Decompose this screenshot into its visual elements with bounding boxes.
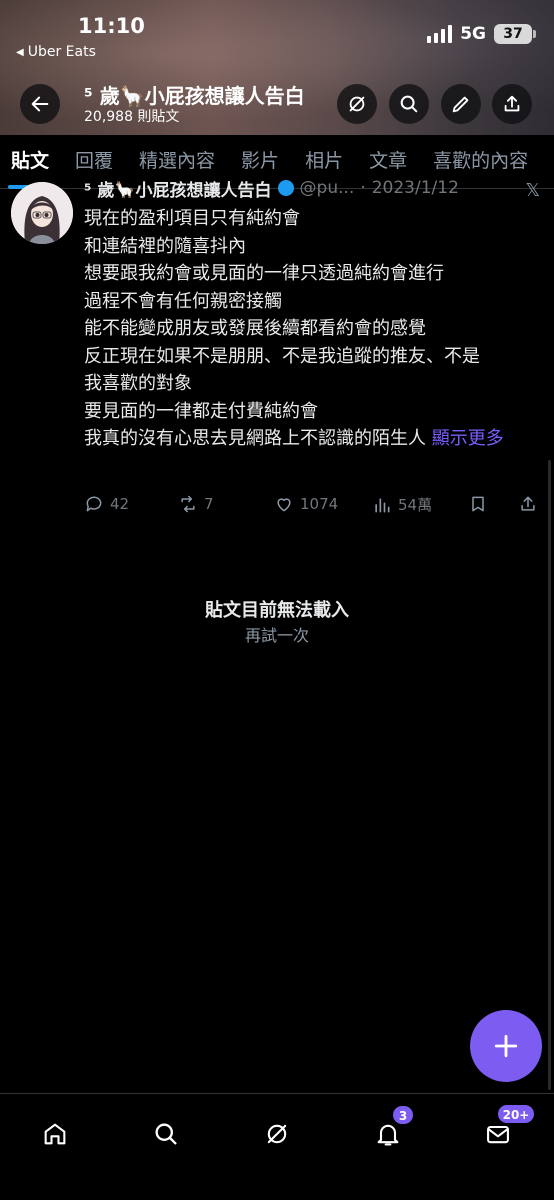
retweet-count: 7 xyxy=(204,495,214,513)
signal-icon xyxy=(427,25,453,43)
search-button[interactable] xyxy=(389,84,429,124)
post-handle[interactable]: @pu... xyxy=(300,178,355,198)
profile-title-block: ⁵ 歲🦙小屁孩想讓人告白 20,988 則貼文 xyxy=(84,84,305,126)
nav-search[interactable] xyxy=(146,1114,186,1154)
back-arrow-icon xyxy=(31,96,49,112)
post-header: ⁵ 歲🦙小屁孩想讓人告白 @pu... · 2023/1/12 xyxy=(84,178,459,198)
share-icon xyxy=(521,496,535,511)
avatar-illustration-icon xyxy=(11,182,73,244)
retweet-button[interactable]: 7 xyxy=(178,494,214,514)
post-text: 現在的盈利項目只有純約會 和連結裡的隨喜抖內 想要跟我約會或見面的一律只透過純約… xyxy=(84,205,544,453)
post-date-separator: · xyxy=(360,178,366,198)
post-actions: 42 7 1074 54萬 xyxy=(84,494,544,520)
plus-icon xyxy=(494,1034,518,1058)
nav-grok[interactable] xyxy=(257,1114,297,1154)
post-line: 和連結裡的隨喜抖內 xyxy=(84,235,246,257)
edit-button[interactable] xyxy=(441,84,481,124)
like-count: 1074 xyxy=(300,495,339,513)
post-line: 過程不會有任何親密接觸 xyxy=(84,290,282,312)
messages-badge: 20+ xyxy=(497,1104,535,1124)
network-type: 5G xyxy=(460,24,486,44)
back-to-app-link[interactable]: ◀ Uber Eats xyxy=(16,44,96,60)
grok-button[interactable] xyxy=(337,84,377,124)
bottom-navigation: 3 20+ xyxy=(0,1093,554,1200)
mail-icon xyxy=(487,1125,509,1144)
back-button[interactable] xyxy=(20,84,60,124)
show-more-link[interactable]: 顯示更多 xyxy=(432,428,504,449)
search-icon xyxy=(400,95,418,113)
search-icon xyxy=(155,1123,177,1145)
post-count: 20,988 則貼文 xyxy=(84,109,180,125)
scrollbar[interactable] xyxy=(548,460,551,1090)
battery-icon: 37 xyxy=(494,24,536,44)
nav-home[interactable] xyxy=(35,1114,75,1154)
retry-link[interactable]: 再試一次 xyxy=(0,622,554,646)
views-icon xyxy=(375,497,390,512)
status-indicators: 5G 37 xyxy=(427,24,536,44)
home-icon xyxy=(44,1123,66,1145)
reply-count: 42 xyxy=(110,495,130,513)
bookmark-icon xyxy=(472,496,484,512)
share-icon xyxy=(504,95,520,112)
views-count: 54萬 xyxy=(398,496,433,514)
edit-icon xyxy=(452,96,469,113)
post-line: 想要跟我約會或見面的一律只透過純約會進行 xyxy=(84,263,444,284)
share-button[interactable] xyxy=(492,84,532,124)
back-app-label: Uber Eats xyxy=(27,44,96,60)
compose-button[interactable] xyxy=(470,1010,542,1082)
post-share-button[interactable] xyxy=(518,494,538,514)
tab-posts[interactable]: 貼文 xyxy=(7,135,53,189)
page-title: ⁵ 歲🦙小屁孩想讓人告白 xyxy=(84,84,305,108)
views-button[interactable]: 54萬 xyxy=(372,494,432,515)
avatar[interactable] xyxy=(11,182,73,244)
post-date: 2023/1/12 xyxy=(371,178,459,198)
post-more-icon[interactable]: 𝕏 xyxy=(525,180,540,201)
like-icon xyxy=(277,498,291,512)
bookmark-button[interactable] xyxy=(468,494,488,514)
post-author-name[interactable]: ⁵ 歲🦙小屁孩想讓人告白 xyxy=(84,178,272,199)
load-error-title: 貼文目前無法載入 xyxy=(205,600,349,621)
post-line: 能不能變成朋友或發展後續都看約會的感覺 xyxy=(84,318,426,339)
status-time: 11:10 xyxy=(78,14,145,38)
back-triangle-icon: ◀ xyxy=(16,46,24,58)
reply-icon xyxy=(86,496,102,512)
like-button[interactable]: 1074 xyxy=(274,494,338,514)
grok-icon xyxy=(349,96,365,112)
post-line: 我喜歡的對象 xyxy=(84,373,192,394)
post-line: 我真的沒有心思去見網路上不認識的陌生人 xyxy=(84,428,426,449)
verified-badge-icon xyxy=(277,180,294,196)
post-line: 要見面的一律都走付費純約會 xyxy=(84,400,318,422)
post-line: 現在的盈利項目只有純約會 xyxy=(84,208,300,229)
reply-button[interactable]: 42 xyxy=(84,494,129,514)
post-line: 反正現在如果不是朋朋、不是我追蹤的推友、不是 xyxy=(84,345,480,367)
retweet-icon xyxy=(181,495,195,513)
grok-icon xyxy=(267,1124,287,1144)
notifications-badge: 3 xyxy=(392,1105,414,1125)
